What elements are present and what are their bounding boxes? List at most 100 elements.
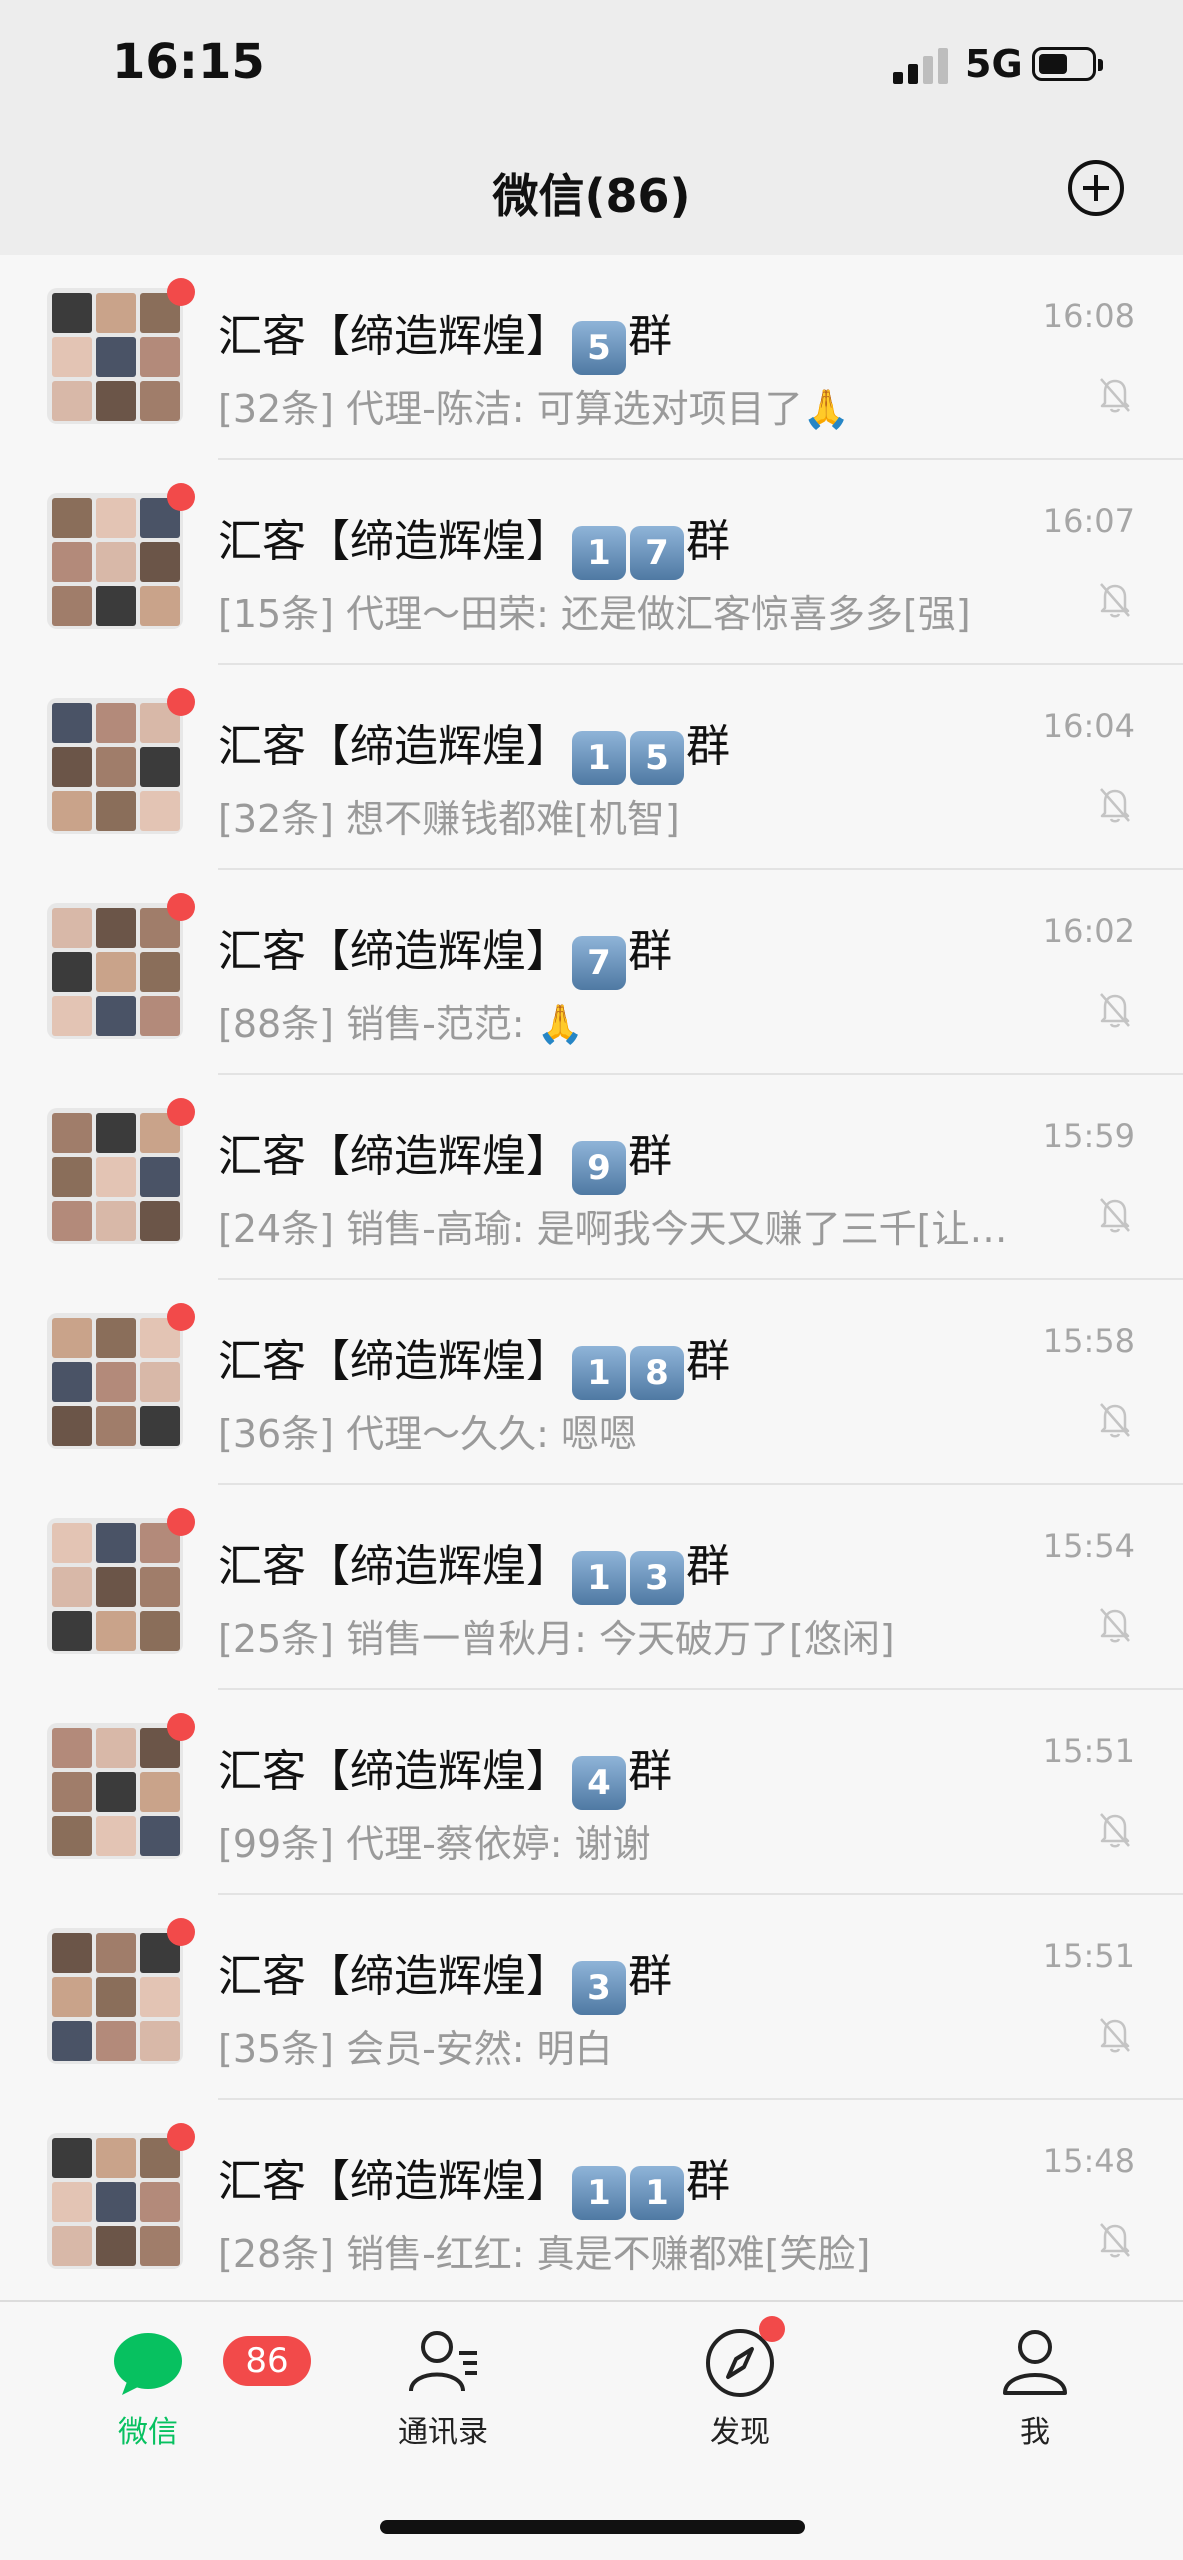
chat-list-item[interactable]: 汇客【缔造辉煌】 5 群 16:08 [32条] 代理-陈洁: 可算选对项目了🙏 [0,255,1183,460]
chat-name-prefix: 汇客【缔造辉煌】 [218,721,570,772]
keycap-number-icon: 5 [572,321,626,375]
chat-name: 汇客【缔造辉煌】 1 1 群 [218,2145,730,2220]
unread-dot [167,893,195,921]
chat-preview: [88条] 销售-范范: 🙏 [218,1002,584,1046]
chat-time: 16:02 [1042,912,1135,950]
chat-name-suffix: 群 [686,1336,730,1387]
chat-time: 16:07 [1042,502,1135,540]
chat-time: 16:04 [1042,707,1135,745]
chat-list-item[interactable]: 汇客【缔造辉煌】 7 群 16:02 [88条] 销售-范范: 🙏 [0,870,1183,1075]
chat-list-item[interactable]: 汇客【缔造辉煌】 9 群 15:59 [24条] 销售-高瑜: 是啊我今天又赚了三千[让… [0,1075,1183,1280]
keycap-number-icon: 1 [572,526,626,580]
home-indicator [380,2520,805,2534]
chat-name-suffix: 群 [686,516,730,567]
mute-bell-icon [1100,2018,1130,2053]
keycap-number-icon: 7 [630,526,684,580]
keycap-number-icon: 1 [572,1346,626,1400]
keycap-number-icon: 8 [630,1346,684,1400]
chat-preview: [28条] 销售-红红: 真是不赚都难[笑脸] [218,2232,871,2276]
keycap-number-icon: 5 [630,731,684,785]
unread-dot [167,1918,195,1946]
group-avatar [47,1918,195,2064]
chat-list[interactable]: 汇客【缔造辉煌】 5 群 16:08 [32条] 代理-陈洁: 可算选对项目了🙏 汇客【缔… [0,255,1183,2300]
keycap-number-icon: 9 [572,1141,626,1195]
group-avatar [47,278,195,424]
keycap-number-icon: 1 [572,1551,626,1605]
mute-bell-icon [1100,583,1130,618]
chat-name-suffix: 群 [686,1541,730,1592]
group-avatar [47,1508,195,1654]
group-avatar [47,2123,195,2269]
chat-name-suffix: 群 [628,926,672,977]
chat-name-prefix: 汇客【缔造辉煌】 [218,1746,570,1797]
unread-dot [167,2123,195,2151]
tab-me[interactable]: 我 [935,2327,1135,2457]
keycap-number-icon: 3 [572,1961,626,2015]
tab-label-me: 我 [1020,2415,1050,2450]
chat-name-suffix: 群 [628,311,672,362]
chat-time: 15:48 [1042,2142,1135,2180]
discover-notification-dot [759,2316,785,2342]
keycap-number-icon: 1 [572,2166,626,2220]
chat-name-prefix: 汇客【缔造辉煌】 [218,516,570,567]
chat-preview: [15条] 代理～田荣: 还是做汇客惊喜多多[强] [218,592,971,636]
chat-name-suffix: 群 [628,1131,672,1182]
unread-dot [167,1098,195,1126]
chat-name-prefix: 汇客【缔造辉煌】 [218,1951,570,2002]
mute-bell-icon [1100,1608,1130,1643]
chat-name: 汇客【缔造辉煌】 1 3 群 [218,1530,730,1605]
chat-preview: [25条] 销售一曾秋月: 今天破万了[悠闲] [218,1617,895,1661]
chat-preview: [99条] 代理-蔡依婷: 谢谢 [218,1822,651,1866]
chat-name-prefix: 汇客【缔造辉煌】 [218,926,570,977]
chat-name: 汇客【缔造辉煌】 5 群 [218,300,672,375]
tab-chats[interactable]: 微信 86 [48,2327,311,2457]
chat-list-item[interactable]: 汇客【缔造辉煌】 1 3 群 15:54 [25条] 销售一曾秋月: 今天破万了[悠闲] [0,1485,1183,1690]
status-bar: 16:15 5G [0,0,1183,140]
tab-label-contacts: 通讯录 [398,2415,488,2450]
unread-dot [167,688,195,716]
chat-preview: [32条] 想不赚钱都难[机智] [218,797,680,841]
group-avatar [47,1098,195,1244]
network-type: 5G [965,42,1023,86]
tab-label-chats: 微信 [118,2415,178,2450]
mute-bell-icon [1100,378,1130,413]
chat-list-item[interactable]: 汇客【缔造辉煌】 1 1 群 15:48 [28条] 销售-红红: 真是不赚都难[笑脸] [0,2100,1183,2300]
chat-time: 15:54 [1042,1527,1135,1565]
chat-list-item[interactable]: 汇客【缔造辉煌】 4 群 15:51 [99条] 代理-蔡依婷: 谢谢 [0,1690,1183,1895]
chat-list-item[interactable]: 汇客【缔造辉煌】 1 8 群 15:58 [36条] 代理～久久: 嗯嗯 [0,1280,1183,1485]
mute-bell-icon [1100,1198,1130,1233]
tab-discover[interactable]: 发现 [640,2327,840,2457]
keycap-number-icon: 4 [572,1756,626,1810]
chat-bubble-icon [114,2333,182,2395]
chat-name-suffix: 群 [628,1951,672,2002]
tab-label-discover: 发现 [710,2415,770,2450]
chat-time: 15:58 [1042,1322,1135,1360]
chat-list-item[interactable]: 汇客【缔造辉煌】 1 7 群 16:07 [15条] 代理～田荣: 还是做汇客惊喜多多[强… [0,460,1183,665]
chat-name-prefix: 汇客【缔造辉煌】 [218,2156,570,2207]
chat-name: 汇客【缔造辉煌】 7 群 [218,915,672,990]
plus-circle-icon[interactable] [1068,160,1124,216]
chat-name-prefix: 汇客【缔造辉煌】 [218,1336,570,1387]
tab-contacts[interactable]: 通讯录 [343,2327,543,2457]
person-icon [1003,2330,1067,2395]
chat-list-item[interactable]: 汇客【缔造辉煌】 1 5 群 16:04 [32条] 想不赚钱都难[机智] [0,665,1183,870]
chat-name: 汇客【缔造辉煌】 9 群 [218,1120,672,1195]
mute-bell-icon [1100,788,1130,823]
chat-name: 汇客【缔造辉煌】 3 群 [218,1940,672,2015]
unread-dot [167,278,195,306]
chat-list-item[interactable]: 汇客【缔造辉煌】 3 群 15:51 [35条] 会员-安然: 明白 [0,1895,1183,2100]
signal-strength-icon [893,48,953,84]
group-avatar [47,893,195,1039]
chat-preview: [36条] 代理～久久: 嗯嗯 [218,1412,637,1456]
chat-name: 汇客【缔造辉煌】 1 8 群 [218,1325,730,1400]
keycap-number-icon: 3 [630,1551,684,1605]
keycap-number-icon: 1 [572,731,626,785]
unread-count-badge: 86 [223,2336,311,2386]
chat-name-prefix: 汇客【缔造辉煌】 [218,1131,570,1182]
chat-preview: [24条] 销售-高瑜: 是啊我今天又赚了三千[让… [218,1207,1008,1251]
chat-name-prefix: 汇客【缔造辉煌】 [218,1541,570,1592]
chat-name: 汇客【缔造辉煌】 4 群 [218,1735,672,1810]
chat-time: 16:08 [1042,297,1135,335]
unread-dot [167,1303,195,1331]
chat-name: 汇客【缔造辉煌】 1 5 群 [218,710,730,785]
